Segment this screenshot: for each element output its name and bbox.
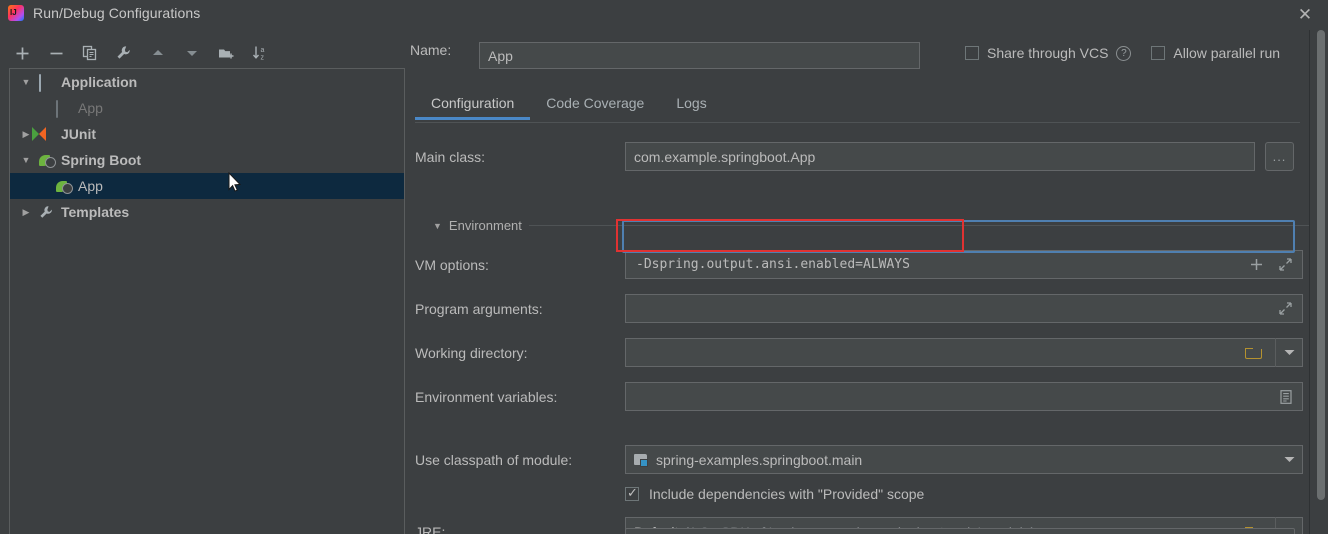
working-directory-label: Working directory: (415, 344, 528, 361)
sort-alphabetically-button[interactable]: a z (246, 40, 274, 66)
program-arguments-input[interactable] (625, 294, 1303, 323)
main-class-row: Main class: com.example.springboot.App .… (415, 142, 1310, 171)
chevron-down-icon[interactable]: ▼ (433, 221, 442, 231)
main-class-input[interactable]: com.example.springboot.App (625, 142, 1255, 171)
spring-boot-icon (56, 178, 73, 194)
module-classpath-row: Use classpath of module: spring-examples… (415, 445, 1310, 474)
list-edit-icon[interactable] (1280, 382, 1292, 411)
tab-underline-divider (415, 122, 1300, 123)
header-options: Share through VCS ? Allow parallel run (965, 45, 1280, 61)
program-arguments-label: Program arguments: (415, 300, 543, 317)
tree-item-label: Spring Boot (61, 152, 142, 168)
chevron-down-icon[interactable] (1275, 338, 1303, 367)
move-down-button[interactable] (178, 40, 206, 66)
share-through-vcs-checkbox[interactable] (965, 46, 979, 60)
chevron-down-icon[interactable] (1276, 455, 1302, 465)
environment-variables-row: Environment variables: (415, 382, 1310, 411)
environment-variables-input[interactable] (625, 382, 1303, 411)
twisty-expanded-icon[interactable]: ▼ (18, 152, 34, 168)
environment-section-header[interactable]: ▼ Environment (433, 218, 1310, 233)
tree-item-label: JUnit (61, 126, 96, 142)
environment-section-title: Environment (448, 218, 522, 233)
folder-icon[interactable] (1245, 338, 1262, 367)
run-debug-configurations-dialog: Run/Debug Configurations ✕ (0, 0, 1328, 534)
vm-options-row: VM options: -Dspring.output.ansi.enabled… (415, 250, 1310, 279)
environment-variables-label: Environment variables: (415, 388, 558, 405)
copy-configuration-button[interactable] (76, 40, 104, 66)
intellij-idea-logo-icon (8, 5, 24, 21)
vm-options-label: VM options: (415, 256, 489, 273)
configurations-tree[interactable]: ▼ Application App ▶ JUnit ▼ Spring Boot … (9, 68, 405, 534)
add-configuration-button[interactable] (8, 40, 36, 66)
tab-configuration[interactable]: Configuration (415, 90, 531, 120)
main-class-label: Main class: (415, 148, 486, 165)
name-label: Name: (410, 42, 452, 58)
tree-item-spring-boot-app[interactable]: App (10, 173, 404, 199)
dialog-title: Run/Debug Configurations (33, 5, 201, 21)
edit-templates-wrench-icon[interactable] (110, 40, 138, 66)
vertical-scrollbar[interactable] (1316, 30, 1326, 530)
configuration-editor-pane: Name: App Share through VCS ? Allow para… (410, 30, 1310, 534)
plus-icon[interactable] (1250, 250, 1263, 279)
expand-icon[interactable] (1279, 250, 1292, 279)
expand-icon[interactable] (1279, 294, 1292, 323)
name-label-row: Name: (410, 42, 470, 58)
tree-item-spring-boot[interactable]: ▼ Spring Boot (10, 147, 404, 173)
jre-label: JRE: (415, 523, 446, 534)
spring-boot-icon (39, 152, 56, 168)
new-folder-button[interactable] (212, 40, 240, 66)
close-icon[interactable]: ✕ (1288, 3, 1322, 25)
tree-item-label: App (78, 100, 103, 116)
module-classpath-label: Use classpath of module: (415, 451, 573, 468)
tree-item-label: App (78, 178, 103, 194)
configurations-toolbar: a z (8, 38, 408, 68)
tab-logs[interactable]: Logs (660, 90, 722, 120)
scrollbar-thumb[interactable] (1317, 30, 1325, 500)
pane-divider (1309, 30, 1310, 534)
tree-item-label: Application (61, 74, 138, 90)
move-up-button[interactable] (144, 40, 172, 66)
junit-icon (39, 126, 56, 142)
include-provided-checkbox[interactable] (625, 485, 639, 501)
working-directory-input[interactable] (625, 338, 1303, 367)
editor-tabs: Configuration Code Coverage Logs (415, 90, 723, 120)
wrench-icon (39, 204, 56, 220)
working-directory-row: Working directory: (415, 338, 1310, 367)
allow-parallel-run-checkbox[interactable] (1151, 46, 1166, 60)
application-icon (39, 74, 56, 92)
vm-options-input[interactable]: -Dspring.output.ansi.enabled=ALWAYS (625, 250, 1303, 279)
tree-item-label: Templates (61, 204, 130, 220)
tab-code-coverage[interactable]: Code Coverage (530, 90, 660, 120)
allow-parallel-run-label: Allow parallel run (1173, 45, 1281, 61)
svg-text:z: z (260, 55, 264, 62)
twisty-collapsed-icon[interactable]: ▶ (18, 204, 34, 220)
module-icon (634, 453, 649, 467)
tree-item-junit[interactable]: ▶ JUnit (10, 121, 404, 147)
share-through-vcs-label: Share through VCS (987, 45, 1109, 61)
next-field-partial[interactable] (625, 528, 1295, 534)
svg-text:a: a (260, 47, 264, 54)
module-classpath-dropdown[interactable]: spring-examples.springboot.main (625, 445, 1303, 474)
title-bar: Run/Debug Configurations (0, 0, 1328, 26)
application-icon (56, 100, 73, 118)
include-provided-label: Include dependencies with "Provided" sco… (649, 486, 925, 502)
section-divider (528, 225, 1310, 226)
main-class-browse-button[interactable]: ... (1265, 142, 1294, 171)
tree-item-templates[interactable]: ▶ Templates (10, 199, 404, 225)
remove-configuration-button[interactable] (42, 40, 70, 66)
tree-item-application[interactable]: ▼ Application (10, 69, 404, 95)
twisty-expanded-icon[interactable]: ▼ (18, 74, 34, 90)
name-input[interactable]: App (479, 42, 920, 69)
program-arguments-row: Program arguments: (415, 294, 1310, 323)
include-provided-row[interactable]: Include dependencies with "Provided" sco… (625, 485, 925, 502)
question-mark-icon[interactable]: ? (1116, 45, 1132, 61)
module-classpath-value: spring-examples.springboot.main (656, 451, 863, 468)
tree-item-application-app[interactable]: App (10, 95, 404, 121)
